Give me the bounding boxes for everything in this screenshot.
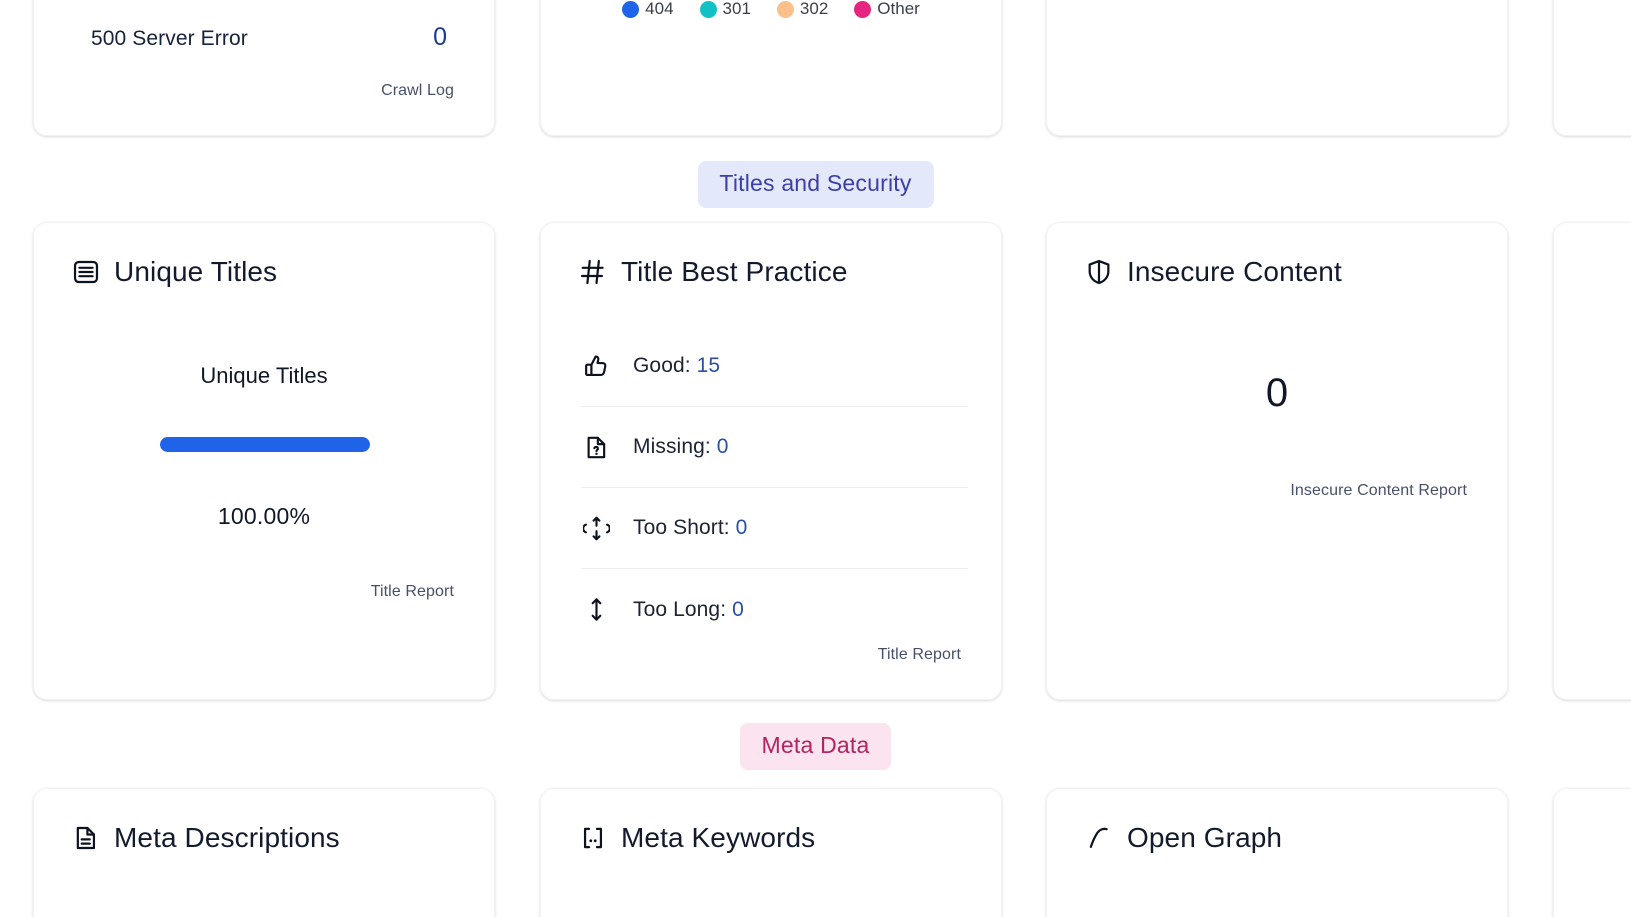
insecure-content-title: Insecure Content <box>1127 256 1342 287</box>
meta-descriptions-title: Meta Descriptions <box>114 822 340 853</box>
open-graph-header: Open Graph <box>1085 822 1282 854</box>
server-error-value: 0 <box>433 23 447 51</box>
list-item-value: 15 <box>696 354 721 377</box>
meta-descriptions-header: Meta Descriptions <box>72 822 340 854</box>
server-error-stat: 500 Server Error 0 <box>91 23 447 52</box>
list-item[interactable]: Good: 15 <box>581 326 968 407</box>
slash-line-icon <box>1085 824 1113 852</box>
legend-label: 404 <box>645 0 674 18</box>
legend-color-dot-icon <box>776 0 794 18</box>
article-icon <box>72 258 100 286</box>
card-title-best-practice: Title Best Practice Good: 15 Missing: 0 … <box>540 222 1002 700</box>
legend-color-dot-icon <box>622 0 640 18</box>
file-text-icon <box>72 824 100 852</box>
card-meta-descriptions: Meta Descriptions <box>33 788 495 917</box>
legend-label: Other <box>877 0 920 18</box>
card-insecure-content: Insecure Content 0 Insecure Content Repo… <box>1046 222 1508 700</box>
legend-label: 301 <box>722 0 751 18</box>
legend-color-dot-icon <box>854 0 872 18</box>
card-meta-keywords: Meta Keywords <box>540 788 1002 917</box>
list-item-value: 0 <box>716 435 729 458</box>
card-row1-offscreen <box>1553 0 1631 136</box>
insecure-content-report-link[interactable]: Insecure Content Report <box>1290 482 1467 500</box>
list-item-label: Too Short: 0 <box>633 516 748 539</box>
unique-titles-header: Unique Titles <box>72 256 277 288</box>
list-item[interactable]: Missing: 0 <box>581 407 968 488</box>
meta-keywords-title: Meta Keywords <box>621 822 816 853</box>
section-badge-meta-data: Meta Data <box>739 723 892 770</box>
legend-item[interactable]: Other <box>854 0 920 19</box>
shield-icon <box>1085 258 1113 286</box>
unique-titles-progress-bar <box>160 437 370 452</box>
title-best-practice-header: Title Best Practice <box>579 256 848 288</box>
section-badge-titles-and-security: Titles and Security <box>697 161 934 208</box>
unique-titles-title: Unique Titles <box>114 256 278 287</box>
list-item-value: 0 <box>732 597 744 621</box>
insecure-content-value: 0 <box>1265 371 1289 415</box>
legend-item[interactable]: 404 <box>622 0 674 19</box>
card-row2-offscreen <box>1553 222 1631 700</box>
crawl-log-link[interactable]: Crawl Log <box>381 82 454 100</box>
list-item-label: Good: 15 <box>633 354 721 377</box>
list-item[interactable]: Too Long: 0 <box>581 569 968 650</box>
title-best-practice-list: Good: 15 Missing: 0 Too Short: 0 Too Lon… <box>581 326 968 650</box>
card-row3-offscreen <box>1553 788 1631 917</box>
dashboard-page: 500 Server Error 0 Crawl Log 404 301 302… <box>0 0 1631 917</box>
list-item-label: Missing: 0 <box>633 435 729 458</box>
progress-fill <box>160 437 370 452</box>
server-error-label: 500 Server Error <box>91 27 248 50</box>
gauge-label: Unique Titles <box>200 363 328 388</box>
hash-icon <box>579 258 607 286</box>
card-open-graph: Open Graph <box>1046 788 1508 917</box>
compress-arrows-icon <box>581 515 611 542</box>
list-item-label: Too Long: 0 <box>633 597 744 621</box>
legend-item[interactable]: 301 <box>699 0 751 19</box>
meta-keywords-header: Meta Keywords <box>579 822 815 854</box>
list-item-value: 0 <box>735 516 748 539</box>
card-server-error: 500 Server Error 0 Crawl Log <box>33 0 495 136</box>
status-code-legend: 404 301 302 Other <box>541 0 1001 19</box>
arrows-vertical-icon <box>581 596 611 623</box>
legend-label: 302 <box>799 0 829 18</box>
card-row1-right <box>1046 0 1508 136</box>
file-question-icon <box>581 434 611 461</box>
legend-item[interactable]: 302 <box>776 0 829 19</box>
brackets-icon <box>579 824 607 852</box>
title-report-link[interactable]: Title Report <box>371 583 454 601</box>
unique-titles-percent: 100.00% <box>217 503 311 529</box>
insecure-content-header: Insecure Content <box>1085 256 1342 288</box>
card-unique-titles: Unique Titles Unique Titles 100.00% Titl… <box>33 222 495 700</box>
title-best-practice-title: Title Best Practice <box>621 256 848 287</box>
title-report-link[interactable]: Title Report <box>878 646 961 664</box>
list-item[interactable]: Too Short: 0 <box>581 488 968 569</box>
legend-color-dot-icon <box>699 0 717 18</box>
open-graph-title: Open Graph <box>1127 822 1283 853</box>
card-status-code-chart: 404 301 302 Other <box>540 0 1002 136</box>
thumbs-up-icon <box>581 353 611 380</box>
